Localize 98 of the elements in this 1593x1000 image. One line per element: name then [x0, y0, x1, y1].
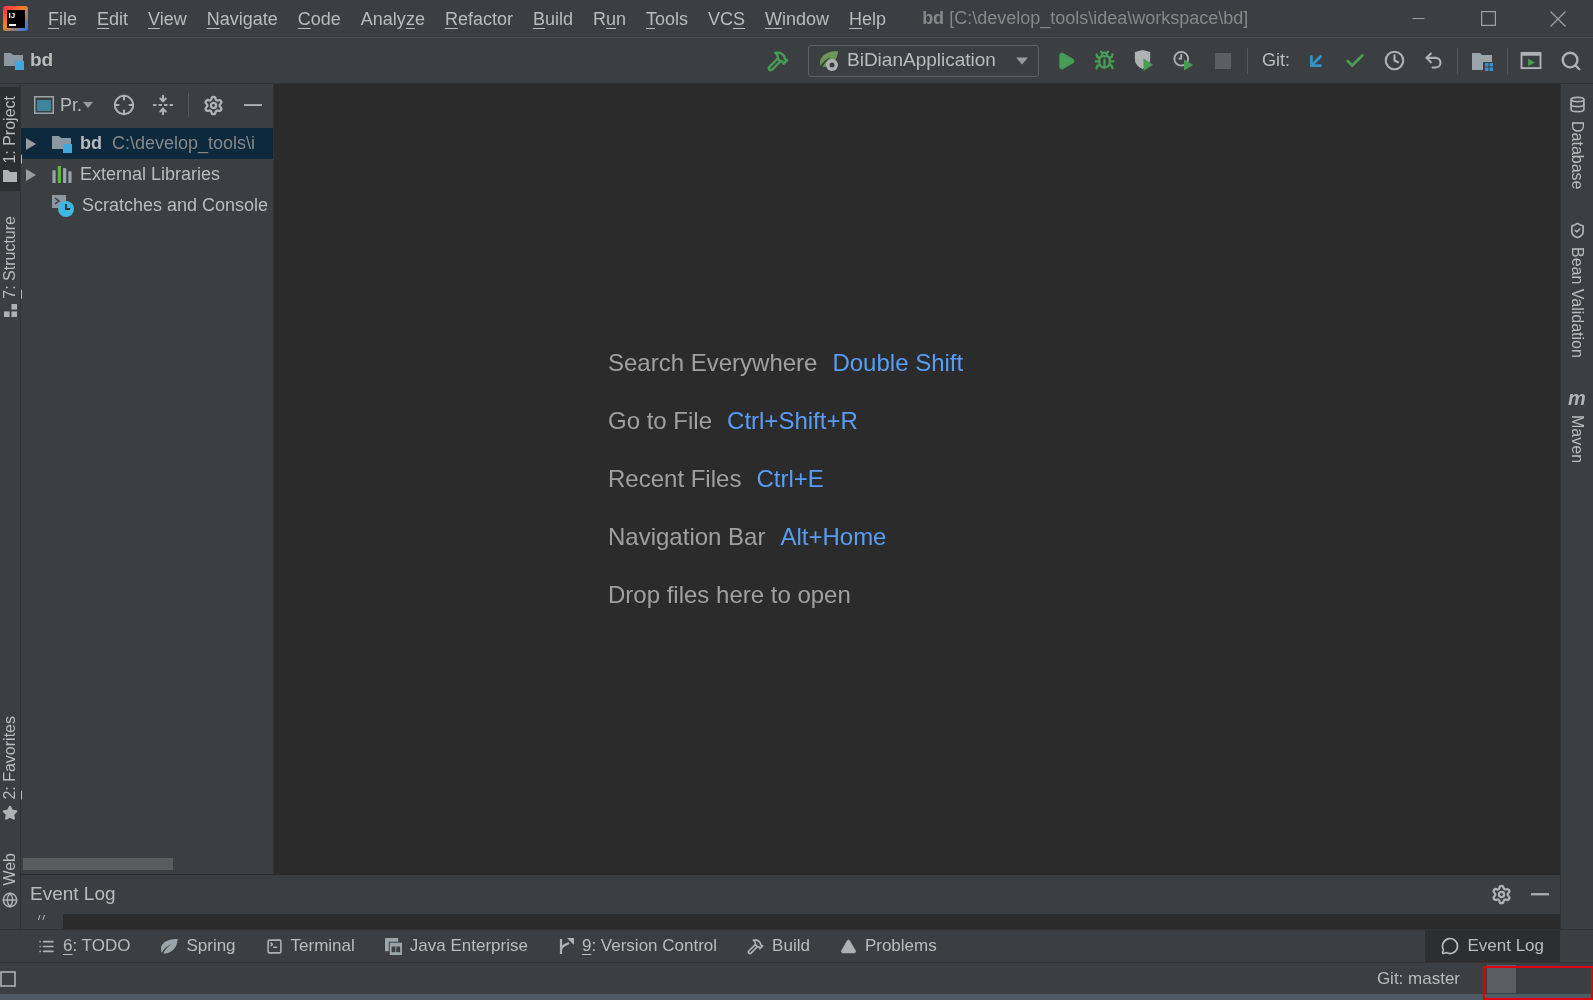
star-icon [2, 805, 18, 822]
close-icon [1550, 10, 1566, 27]
tool-window-tab[interactable]: m Maven [1561, 383, 1593, 470]
hint-label: Drop files here to open [608, 580, 851, 610]
hint-label: Search Everywhere [608, 348, 818, 378]
menu-item[interactable]: Build [522, 3, 583, 34]
tool-window-tab[interactable]: Build [732, 930, 825, 962]
toggle-panels-button[interactable] [0, 970, 16, 987]
folder-grid-icon [1472, 50, 1494, 71]
branch-arrow-icon [557, 938, 574, 954]
tree-item-label: External Libraries [80, 163, 221, 186]
tree-item-label: bd [80, 132, 102, 155]
squares-icon [3, 304, 17, 318]
leaf-icon [160, 938, 179, 954]
search-icon [1560, 49, 1582, 72]
tool-window-tab[interactable]: Bean Validation [1561, 215, 1593, 364]
menu-item[interactable]: File [38, 3, 87, 34]
hammer-icon [747, 937, 765, 955]
folder-icon [3, 169, 17, 182]
path-text: C:\develop_tools\i [112, 132, 256, 156]
menu-item[interactable]: VCS [698, 3, 756, 34]
maximize-icon [1480, 11, 1496, 26]
stop-icon [1215, 52, 1231, 69]
minimize-icon [244, 103, 262, 107]
menu-item[interactable]: Window [755, 3, 840, 34]
hammer-icon [767, 49, 789, 72]
warning-icon [839, 937, 857, 955]
hint-label: Go to File [608, 406, 713, 436]
caret-icon [1016, 56, 1028, 65]
tree-item[interactable]: bd C:\develop_tools\i [21, 128, 273, 159]
tree-item[interactable]: External Libraries [21, 159, 273, 190]
vcs-branch[interactable]: Git: master [1376, 965, 1460, 992]
menu-item[interactable]: Tools [636, 3, 699, 34]
menu-item[interactable]: Edit [87, 3, 139, 34]
breadcrumb[interactable]: bd [4, 45, 54, 76]
shortcut-text: Alt+Home [780, 522, 887, 552]
tool-window-tab[interactable]: Terminal [250, 930, 370, 962]
card-clock-icon [52, 194, 74, 217]
tool-window-tab[interactable]: Database [1561, 90, 1593, 196]
tool-window-tab[interactable]: 7: Structure [0, 206, 20, 327]
crosshair-icon [113, 94, 135, 116]
run-configuration-dropdown[interactable]: BiDianApplication [808, 44, 1039, 77]
scrollbar-thumb[interactable] [23, 858, 173, 870]
caret-icon [83, 102, 93, 108]
collapse-icon [152, 94, 174, 116]
monitor-play-icon [1520, 51, 1542, 70]
menu-item[interactable]: Navigate [196, 3, 288, 34]
shortcut-text: Ctrl+E [756, 464, 824, 494]
menu-item[interactable]: Analyze [350, 3, 435, 34]
database-icon [1568, 96, 1586, 113]
minimize-icon [1410, 17, 1426, 20]
speech-bubble-icon [1441, 937, 1460, 955]
hint-label: Recent Files [608, 464, 742, 494]
tree-item-label: Scratches and Console [82, 194, 269, 217]
leaf-gear-icon [818, 50, 840, 71]
tool-window-tab[interactable]: 1: Project [0, 87, 20, 191]
settings-button[interactable] [1489, 882, 1513, 907]
tool-window-tab[interactable]: Spring [145, 930, 251, 962]
clock-play-icon [1173, 50, 1195, 71]
shortcut-text: Ctrl+Shift+R [727, 406, 858, 436]
view-selector[interactable]: Pr. [34, 91, 93, 119]
tree-item[interactable]: Scratches and Console [21, 190, 273, 221]
clock-icon [1383, 50, 1405, 71]
minimize-icon [1531, 893, 1549, 896]
window-icon [34, 96, 54, 114]
tool-window-tab[interactable]: Web [0, 844, 20, 917]
app-logo: IJ [3, 6, 28, 31]
settings-icon [202, 94, 224, 116]
menu-item[interactable]: Help [839, 3, 897, 34]
square-icon [0, 970, 16, 987]
globe-icon [2, 892, 18, 908]
window-title: bd [C:\develop_tools\idea\workspace\bd] [922, 7, 1249, 31]
tool-window-tab[interactable]: Event Log [1425, 930, 1560, 962]
folder-icon [52, 134, 72, 153]
settings-icon [1490, 884, 1512, 905]
bars-icon [52, 166, 72, 183]
shortcut-text: Double Shift [832, 348, 964, 378]
hint-label: Navigation Bar [608, 522, 766, 552]
terminal-icon [265, 937, 283, 955]
git-label: Git: [1262, 49, 1290, 72]
menu-item[interactable]: Refactor [434, 3, 523, 34]
tool-window-tab[interactable]: 6: TODO [23, 930, 146, 962]
panel-title: Event Log [30, 882, 116, 907]
logo-letter: m [1568, 389, 1586, 408]
tool-window-tab[interactable]: Java Enterprise [369, 930, 543, 962]
window-stack-icon [384, 937, 402, 955]
menu-item[interactable]: View [138, 3, 197, 34]
tool-window-tab[interactable]: 9: Version Control [542, 930, 733, 962]
tool-window-tab[interactable]: 2: Favorites [0, 706, 20, 831]
bug-icon [1094, 50, 1116, 71]
folder-icon [4, 51, 24, 70]
tool-window-tab[interactable]: Problems [824, 930, 952, 962]
menu-item[interactable]: Code [287, 3, 351, 34]
menu-item[interactable]: Run [582, 3, 636, 34]
play-icon [1056, 50, 1076, 71]
shield-check-icon [1568, 221, 1586, 239]
marks-icon [37, 915, 46, 920]
shield-play-icon [1133, 50, 1155, 71]
